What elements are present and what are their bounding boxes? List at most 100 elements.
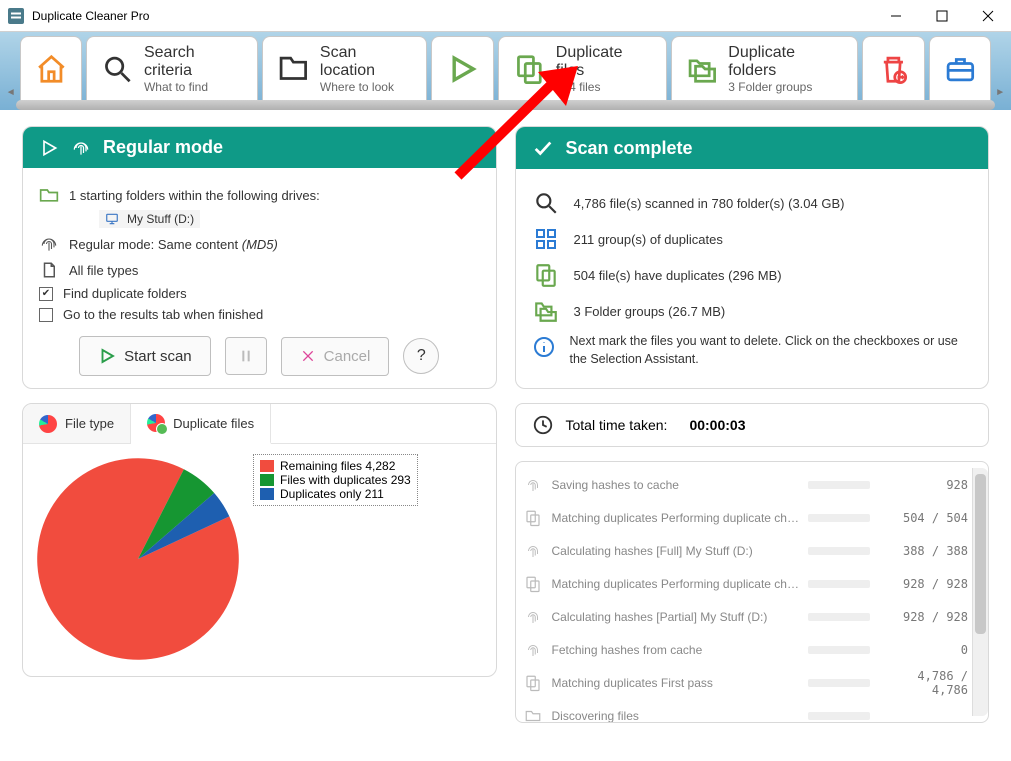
regular-mode-header: Regular mode [23, 127, 496, 168]
window-title: Duplicate Cleaner Pro [32, 9, 873, 23]
progress-bar [808, 712, 871, 720]
toolbar-scroll-right[interactable]: ► [993, 34, 1007, 100]
clock-icon [532, 414, 554, 436]
folders-icon [532, 297, 560, 325]
progress-row: Discovering files [522, 699, 973, 723]
chart-legend: Remaining files 4,282 Files with duplica… [253, 454, 418, 506]
run-tab[interactable] [431, 36, 494, 100]
scrollbar[interactable] [972, 468, 988, 716]
legend-swatch-duponly [260, 488, 274, 500]
tab-duplicate-files[interactable]: Duplicate files [131, 404, 271, 444]
duplicate-folders-button[interactable]: Duplicate folders 3 Folder groups [671, 36, 858, 100]
scan-location-sub: Where to look [320, 80, 412, 94]
regular-mode-title: Regular mode [103, 137, 223, 158]
search-icon [532, 189, 560, 217]
scan-complete-panel: Scan complete 4,786 file(s) scanned in 7… [515, 126, 990, 389]
legend-swatch-remaining [260, 460, 274, 472]
tab-file-type[interactable]: File type [23, 404, 131, 443]
progress-value: 504 / 504 [882, 511, 972, 525]
progress-icon [522, 608, 544, 626]
file-types-text: All file types [69, 263, 138, 278]
duplicate-files-sub: 504 files [556, 80, 652, 94]
progress-icon [522, 509, 544, 527]
help-button[interactable]: ? [403, 338, 439, 374]
fingerprint-icon [71, 138, 91, 158]
progress-icon [522, 641, 544, 659]
progress-row: Saving hashes to cache 928 [522, 468, 973, 501]
progress-value: 0 [882, 643, 972, 657]
progress-row: Matching duplicates Performing duplicate… [522, 501, 973, 534]
progress-icon [522, 476, 544, 494]
progress-label: Discovering files [552, 709, 800, 723]
progress-value: 928 / 928 [882, 577, 972, 591]
progress-bar [808, 514, 871, 522]
time-value: 00:00:03 [689, 417, 745, 433]
folder-icon [39, 186, 59, 204]
titlebar: Duplicate Cleaner Pro [0, 0, 1011, 32]
toolbar: ◄ Search criteria What to find Scan loca… [0, 32, 1011, 110]
scan-location-button[interactable]: Scan location Where to look [262, 36, 427, 100]
progress-label: Matching duplicates First pass [552, 676, 800, 690]
app-icon [8, 8, 24, 24]
progress-bar [808, 547, 871, 555]
grid-icon [532, 225, 560, 253]
progress-label: Fetching hashes from cache [552, 643, 800, 657]
check-icon [532, 137, 554, 159]
pie-icon [147, 414, 165, 432]
time-taken-bar: Total time taken: 00:00:03 [515, 403, 990, 447]
toolbar-grip[interactable] [16, 100, 995, 110]
scan-complete-header: Scan complete [516, 127, 989, 169]
info-icon [532, 333, 556, 361]
toolbar-scroll-left[interactable]: ◄ [4, 34, 18, 100]
search-criteria-button[interactable]: Search criteria What to find [86, 36, 258, 100]
progress-label: Matching duplicates Performing duplicate… [552, 511, 800, 525]
progress-bar [808, 481, 871, 489]
start-scan-button[interactable]: Start scan [79, 336, 211, 376]
progress-value: 928 [882, 478, 972, 492]
progress-label: Matching duplicates Performing duplicate… [552, 577, 800, 591]
progress-label: Saving hashes to cache [552, 478, 800, 492]
regular-mode-panel: Regular mode 1 starting folders within t… [22, 126, 497, 389]
chart-panel: File type Duplicate files Remaining file… [22, 403, 497, 677]
starting-folders-text: 1 starting folders within the following … [69, 188, 320, 203]
home-button[interactable] [20, 36, 83, 100]
pie-chart [33, 454, 243, 664]
progress-row: Calculating hashes [Partial] My Stuff (D… [522, 600, 973, 633]
scrollbar-thumb[interactable] [975, 474, 986, 634]
maximize-button[interactable] [919, 0, 965, 32]
progress-icon [522, 707, 544, 724]
pie-icon [39, 415, 57, 433]
cancel-button[interactable]: Cancel [281, 337, 390, 376]
find-folders-checkbox[interactable]: ✔ [39, 287, 53, 301]
pause-button[interactable] [225, 337, 267, 375]
drive-item: My Stuff (D:) [99, 210, 200, 228]
progress-label: Calculating hashes [Partial] My Stuff (D… [552, 610, 800, 624]
duplicate-folders-sub: 3 Folder groups [728, 80, 843, 94]
duplicate-folders-label: Duplicate folders [728, 44, 843, 80]
goto-results-checkbox[interactable] [39, 308, 53, 322]
progress-icon [522, 542, 544, 560]
duplicate-files-label: Duplicate files [556, 44, 652, 80]
toolbox-button[interactable] [929, 36, 992, 100]
progress-row: Calculating hashes [Full] My Stuff (D:) 3… [522, 534, 973, 567]
fingerprint-icon [39, 234, 59, 254]
progress-row: Matching duplicates Performing duplicate… [522, 567, 973, 600]
close-button[interactable] [965, 0, 1011, 32]
progress-icon [522, 674, 544, 692]
progress-value: 928 / 928 [882, 610, 972, 624]
progress-row: Fetching hashes from cache 0 [522, 633, 973, 666]
search-criteria-label: Search criteria [144, 44, 243, 80]
scan-location-label: Scan location [320, 44, 412, 80]
progress-label: Calculating hashes [Full] My Stuff (D:) [552, 544, 800, 558]
progress-bar [808, 679, 871, 687]
duplicate-files-button[interactable]: Duplicate files 504 files [498, 36, 667, 100]
search-criteria-sub: What to find [144, 80, 243, 94]
progress-bar [808, 646, 871, 654]
progress-value: 388 / 388 [882, 544, 972, 558]
progress-icon [522, 575, 544, 593]
progress-bar [808, 580, 871, 588]
files-icon [532, 261, 560, 289]
minimize-button[interactable] [873, 0, 919, 32]
delete-button[interactable] [862, 36, 925, 100]
monitor-icon [105, 212, 119, 226]
